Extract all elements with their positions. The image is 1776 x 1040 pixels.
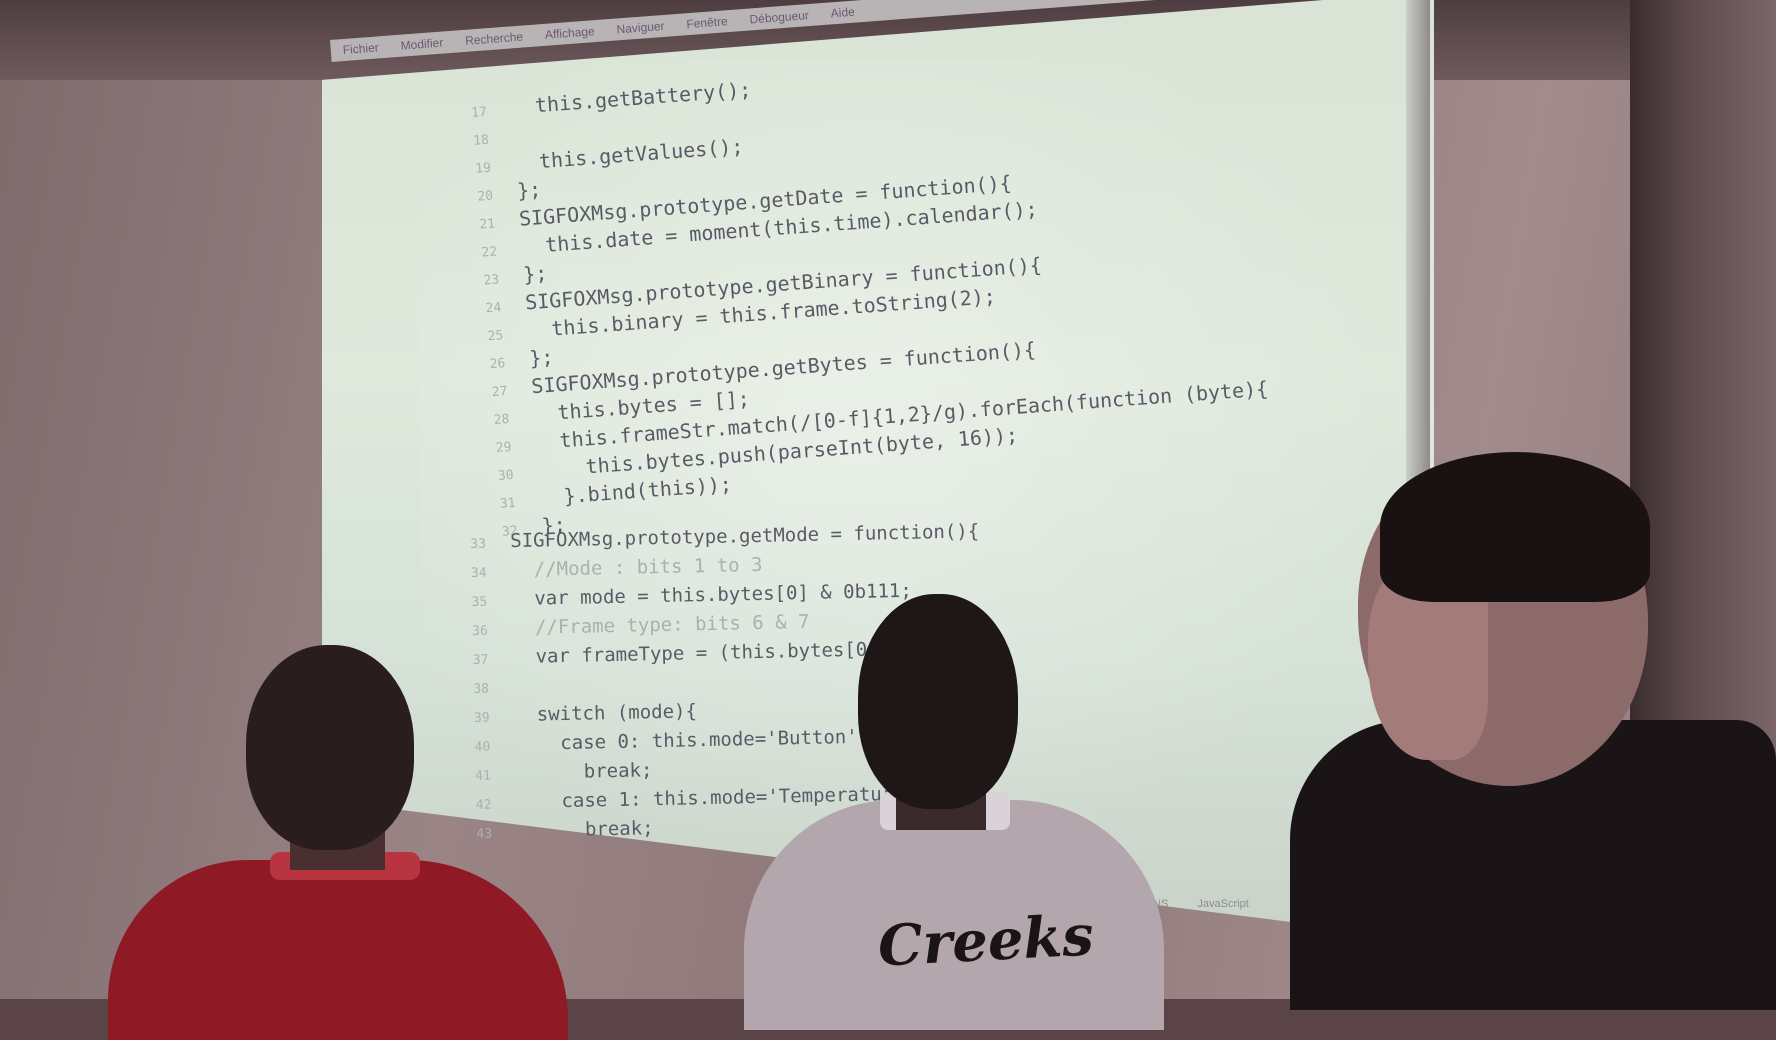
menu-item[interactable]: Affichage bbox=[544, 24, 595, 42]
shirt-logo: Creeks bbox=[876, 902, 1095, 979]
line-number: 41 bbox=[475, 761, 516, 791]
line-number: 35 bbox=[471, 587, 512, 617]
line-number: 38 bbox=[473, 674, 514, 704]
menu-item[interactable]: Recherche bbox=[465, 30, 524, 48]
code-text: var mode = this.bytes[0] & 0b111; bbox=[511, 580, 912, 610]
code-text: break; bbox=[515, 759, 653, 784]
right-person-hair bbox=[1380, 452, 1650, 602]
code-text: }; bbox=[516, 177, 542, 203]
menu-item[interactable]: Fenêtre bbox=[686, 14, 728, 31]
menu-item[interactable]: Aide bbox=[830, 5, 855, 21]
line-number: 37 bbox=[472, 645, 513, 675]
line-number: 39 bbox=[474, 703, 515, 733]
line-number: 34 bbox=[471, 558, 512, 588]
line-number: 43 bbox=[476, 819, 517, 849]
line-number: 42 bbox=[476, 790, 517, 820]
line-number: 33 bbox=[470, 529, 511, 559]
menu-item[interactable]: Modifier bbox=[400, 36, 444, 53]
code-text: var frameType = (this.bytes[0] >> bbox=[512, 638, 913, 668]
code-text: //Frame type: bits 6 & 7 bbox=[512, 611, 810, 639]
code-text: //Mode : bits 1 to 3 bbox=[511, 554, 763, 581]
doorframe bbox=[1630, 0, 1776, 760]
middle-person-head bbox=[858, 594, 1018, 809]
code-text: break; bbox=[516, 817, 654, 842]
line-number: 40 bbox=[474, 732, 515, 762]
code-text: }; bbox=[522, 261, 548, 287]
menu-item[interactable]: Débogueur bbox=[749, 8, 809, 26]
code-text: case 0: this.mode='Button'; bbox=[514, 726, 869, 755]
left-person-head bbox=[246, 645, 414, 850]
status-language: JavaScript bbox=[1197, 898, 1248, 910]
editor-statusbar: INS JavaScript bbox=[1150, 898, 1275, 910]
code-block-upper: 17 this.getBattery();1819 this.getValues… bbox=[470, 36, 1321, 543]
menu-item[interactable]: Naviguer bbox=[616, 19, 665, 37]
line-number: 36 bbox=[472, 616, 513, 646]
menu-item[interactable]: Fichier bbox=[342, 40, 379, 57]
code-text: switch (mode){ bbox=[514, 700, 697, 726]
code-text: }; bbox=[528, 345, 554, 371]
